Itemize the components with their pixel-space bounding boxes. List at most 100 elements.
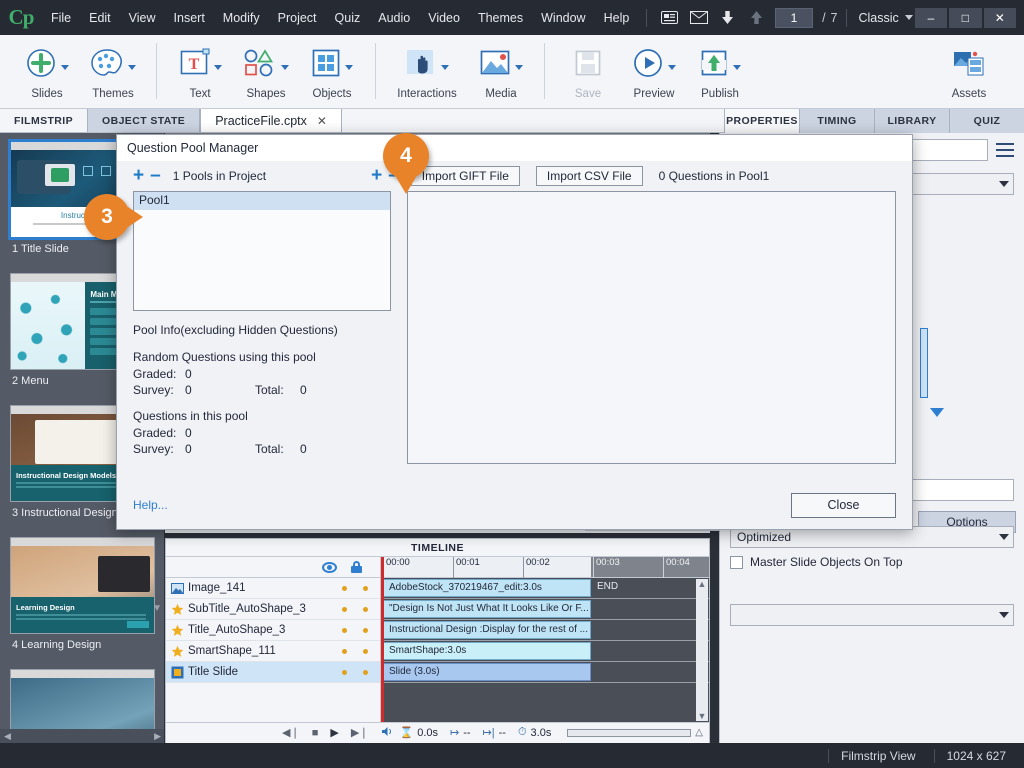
timeline-zoom-slider[interactable] xyxy=(567,728,692,737)
window-maximize-button[interactable]: □ xyxy=(949,7,982,28)
master-slide-checkbox-row[interactable]: Master Slide Objects On Top xyxy=(720,549,1024,575)
menu-list-icon[interactable] xyxy=(996,143,1014,157)
tab-library[interactable]: LIBRARY xyxy=(874,109,949,133)
timeline-bar[interactable]: "Design Is Not Just What It Looks Like O… xyxy=(383,600,591,618)
import-gift-file-button[interactable]: Import GIFT File xyxy=(410,166,520,186)
lock-dot[interactable] xyxy=(363,648,368,654)
forward-button[interactable]: ▶❘ xyxy=(351,726,369,739)
timeline-playhead[interactable] xyxy=(381,557,384,722)
menu-modify[interactable]: Modify xyxy=(214,7,269,29)
pool-list[interactable]: Pool1 xyxy=(133,191,391,311)
timeline-track-title[interactable]: Instructional Design :Display for the re… xyxy=(381,620,709,641)
timeline-track-image141[interactable]: AdobeStock_370219467_edit:3.0s END xyxy=(381,578,709,599)
toolbar-save-button[interactable]: Save xyxy=(555,41,621,100)
chevron-down-icon[interactable] xyxy=(668,64,676,70)
lock-icon[interactable] xyxy=(351,561,362,573)
visibility-dot[interactable] xyxy=(342,606,347,612)
tab-object-state[interactable]: OBJECT STATE xyxy=(88,109,201,132)
chevron-down-icon[interactable] xyxy=(128,64,136,70)
master-slide-objects-checkbox[interactable]: Master Slide Objects On Top xyxy=(730,555,903,569)
toolbar-interactions-button[interactable]: Interactions xyxy=(386,41,468,100)
window-close-button[interactable]: ✕ xyxy=(983,7,1017,28)
timeline-track-subtitle[interactable]: "Design Is Not Just What It Looks Like O… xyxy=(381,599,709,620)
add-question-button[interactable]: + xyxy=(371,166,382,185)
property-dropdown-2[interactable] xyxy=(730,604,1014,626)
menu-insert[interactable]: Insert xyxy=(165,7,214,29)
timeline-row-title[interactable]: Title_AutoShape_3 xyxy=(166,620,380,641)
timeline-track-smartshape[interactable]: SmartShape:3.0s xyxy=(381,641,709,662)
import-csv-file-button[interactable]: Import CSV File xyxy=(535,166,643,186)
chevron-down-icon[interactable] xyxy=(281,64,289,70)
tab-properties[interactable]: PROPERTIES xyxy=(724,109,799,133)
visibility-dot[interactable] xyxy=(342,585,347,591)
lock-dot[interactable] xyxy=(363,585,368,591)
remove-pool-button[interactable]: – xyxy=(150,166,161,185)
chevron-down-icon[interactable] xyxy=(515,64,523,70)
toolbar-assets-button[interactable]: Assets xyxy=(936,41,1002,100)
menu-file[interactable]: File xyxy=(42,7,80,29)
timeline-bar[interactable]: Instructional Design :Display for the re… xyxy=(383,621,591,639)
mail-icon[interactable] xyxy=(687,7,710,29)
chevron-down-icon[interactable] xyxy=(441,64,449,70)
page-number-input[interactable]: 1 xyxy=(774,7,814,28)
help-link[interactable]: Help... xyxy=(133,498,168,512)
menu-quiz[interactable]: Quiz xyxy=(326,7,370,29)
timeline-row-image141[interactable]: Image_141 xyxy=(166,578,380,599)
pool-list-item-pool1[interactable]: Pool1 xyxy=(134,192,390,210)
timeline-tracks[interactable]: 00:00 00:01 00:02 00:03 00:04 AdobeStock… xyxy=(381,557,709,722)
color-swatch-strip[interactable] xyxy=(920,328,928,398)
visibility-dot[interactable] xyxy=(342,648,347,654)
timeline-track-titleslide[interactable]: Slide (3.0s) xyxy=(381,662,709,683)
filmstrip-slide-4[interactable]: Learning Design 4 Learning Design xyxy=(0,529,164,661)
menu-audio[interactable]: Audio xyxy=(369,7,419,29)
toolbar-text-button[interactable]: T Text xyxy=(167,41,233,100)
timeline-bar[interactable]: Slide (3.0s) xyxy=(383,663,591,681)
slide-notes-icon[interactable] xyxy=(658,7,681,29)
toolbar-media-button[interactable]: Media xyxy=(468,41,534,100)
tab-filmstrip[interactable]: FILMSTRIP xyxy=(0,109,89,132)
close-button[interactable]: Close xyxy=(791,492,896,518)
timeline-ruler[interactable]: 00:00 00:01 00:02 00:03 00:04 xyxy=(381,557,709,578)
scroll-down-arrow-icon[interactable]: ▼ xyxy=(696,711,708,721)
visibility-dot[interactable] xyxy=(342,627,347,633)
lock-dot[interactable] xyxy=(363,669,368,675)
menu-project[interactable]: Project xyxy=(269,7,326,29)
chevron-down-icon[interactable] xyxy=(61,64,69,70)
chevron-down-icon[interactable] xyxy=(345,64,353,70)
tab-document-practicefile[interactable]: PracticeFile.cptx ✕ xyxy=(200,109,342,132)
filmstrip-horizontal-scrollbar[interactable]: ◀ ▶ xyxy=(0,729,164,743)
visibility-dot[interactable] xyxy=(342,669,347,675)
menu-edit[interactable]: Edit xyxy=(80,7,120,29)
menu-video[interactable]: Video xyxy=(419,7,469,29)
scroll-right-arrow-icon[interactable]: ▶ xyxy=(154,731,161,742)
toolbar-slides-button[interactable]: Slides xyxy=(14,41,80,100)
workspace-selector-label[interactable]: Classic xyxy=(858,11,898,25)
previous-slide-icon[interactable] xyxy=(716,7,739,29)
lock-dot[interactable] xyxy=(363,627,368,633)
slide-thumbnail[interactable]: Learning Design xyxy=(10,537,155,634)
question-list[interactable] xyxy=(407,191,896,464)
next-slide-icon[interactable] xyxy=(745,7,768,29)
timeline-row-subtitle[interactable]: SubTitle_AutoShape_3 xyxy=(166,599,380,620)
timeline-row-titleslide[interactable]: Title Slide xyxy=(166,662,380,683)
chevron-down-icon[interactable] xyxy=(733,64,741,70)
audio-icon[interactable] xyxy=(381,726,394,740)
toolbar-publish-button[interactable]: Publish xyxy=(687,41,753,100)
tab-quiz[interactable]: QUIZ xyxy=(949,109,1024,133)
close-icon[interactable]: ✕ xyxy=(317,114,327,128)
scroll-left-arrow-icon[interactable]: ◀ xyxy=(4,731,11,742)
timeline-row-smartshape[interactable]: SmartShape_111 xyxy=(166,641,380,662)
expand-triangle-icon[interactable] xyxy=(930,408,944,417)
toolbar-preview-button[interactable]: Preview xyxy=(621,41,687,100)
menu-help[interactable]: Help xyxy=(595,7,639,29)
window-minimize-button[interactable]: – xyxy=(914,7,948,28)
timeline-bar[interactable]: AdobeStock_370219467_edit:3.0s xyxy=(383,579,591,597)
toolbar-objects-button[interactable]: Objects xyxy=(299,41,365,100)
menu-window[interactable]: Window xyxy=(532,7,594,29)
tab-timing[interactable]: TIMING xyxy=(799,109,874,133)
chevron-down-icon[interactable] xyxy=(904,15,913,20)
visibility-eye-icon[interactable] xyxy=(322,561,337,573)
zoom-handle-icon[interactable]: △ xyxy=(695,727,703,738)
timeline-vertical-scrollbar[interactable]: ▲ ▼ xyxy=(696,579,708,721)
add-pool-button[interactable]: + xyxy=(133,166,144,185)
